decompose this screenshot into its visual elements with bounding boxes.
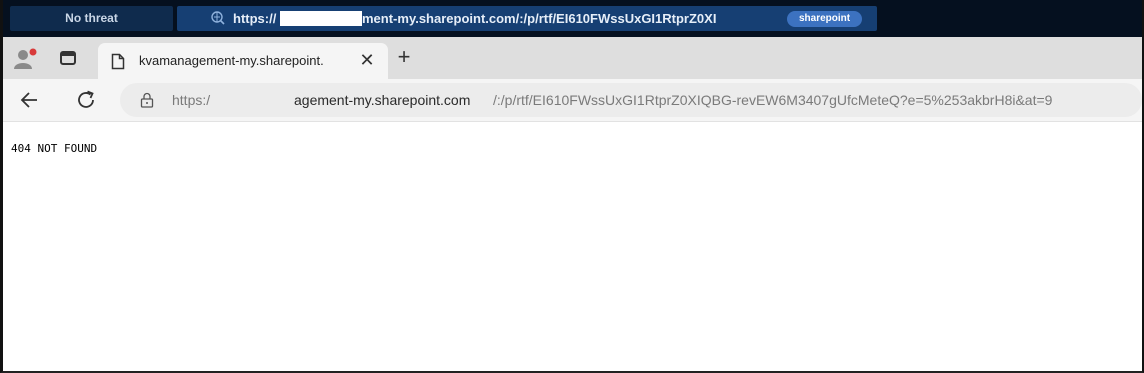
- window-frame: [0, 0, 1144, 373]
